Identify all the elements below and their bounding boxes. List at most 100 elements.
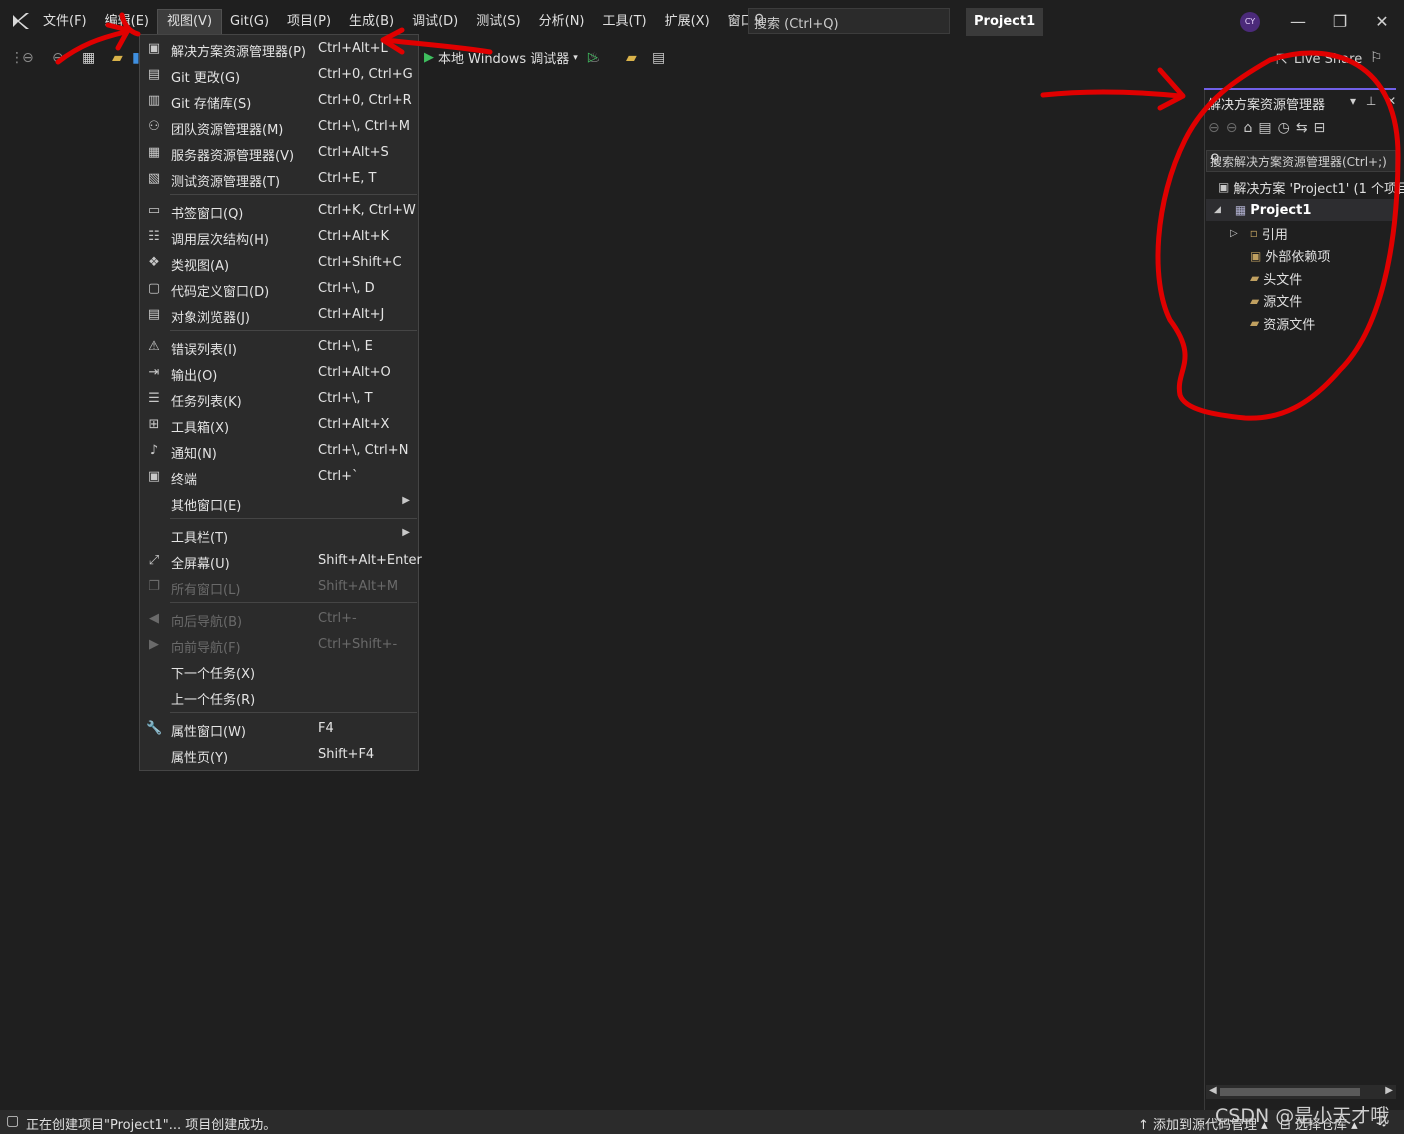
panel-dropdown-icon[interactable]: ▾	[1350, 94, 1356, 108]
view-menu-item-14[interactable]: ⊞ 工具箱(X) Ctrl+Alt+X	[140, 412, 418, 438]
menu-item-1[interactable]: 编辑(E)	[96, 10, 158, 34]
view-menu-item-label: 全屏幕(U)	[171, 557, 230, 572]
search-icon: ⚲	[1210, 152, 1220, 167]
view-menu-item-18[interactable]: 工具栏(T) ▶	[140, 522, 418, 548]
view-menu-item-label: Git 更改(G)	[171, 71, 241, 86]
view-menu-item-3[interactable]: ⚇ 团队资源管理器(M) Ctrl+\, Ctrl+M	[140, 114, 418, 140]
git-repository-icon: ▥	[147, 93, 161, 108]
view-menu-item-shortcut: Shift+Alt+M	[318, 579, 399, 594]
view-menu-item-4[interactable]: ▦ 服务器资源管理器(V) Ctrl+Alt+S	[140, 140, 418, 166]
tree-child-node[interactable]: ▷ ▫ 引用	[1230, 222, 1288, 244]
view-menu-item-10[interactable]: ▤ 对象浏览器(J) Ctrl+Alt+J	[140, 302, 418, 328]
view-menu-item-13[interactable]: ☰ 任务列表(K) Ctrl+\, T	[140, 386, 418, 412]
user-avatar[interactable]: CY	[1240, 12, 1260, 32]
output-icon: ⇥	[148, 365, 160, 380]
tree-child-node[interactable]: ▰ 源文件	[1250, 290, 1302, 312]
view-menu-item-24[interactable]: 上一个任务(R)	[140, 684, 418, 710]
horizontal-scrollbar[interactable]: ◀ ▶	[1206, 1085, 1396, 1099]
new-project-icon[interactable]: ▦	[82, 50, 95, 66]
view-menu-item-20: ❐ 所有窗口(L) Shift+Alt+M	[140, 574, 418, 600]
menu-item-10[interactable]: 扩展(X)	[656, 10, 719, 34]
global-search-box[interactable]: 搜索 (Ctrl+Q) ⚲	[748, 8, 950, 34]
tree-child-node[interactable]: ▰ 资源文件	[1250, 312, 1315, 334]
scroll-left-icon[interactable]: ◀	[1209, 1085, 1217, 1096]
wrench-icon: 🔧	[146, 721, 163, 736]
view-menu-item-19[interactable]: ⤢ 全屏幕(U) Shift+Alt+Enter	[140, 548, 422, 574]
panel-close-icon[interactable]: ✕	[1386, 94, 1396, 108]
view-menu-item-16[interactable]: ▣ 终端 Ctrl+`	[140, 464, 418, 490]
pin-icon[interactable]: ⊥	[1366, 94, 1376, 108]
close-icon[interactable]: ✕	[1370, 10, 1394, 34]
view-menu-item-2[interactable]: ▥ Git 存储库(S) Ctrl+0, Ctrl+R	[140, 88, 418, 114]
view-menu-item-8[interactable]: ❖ 类视图(A) Ctrl+Shift+C	[140, 250, 418, 276]
status-bar: ▢ 正在创建项目"Project1"... 项目创建成功。 ↑ 添加到源代码管理…	[0, 1110, 1404, 1134]
solution-label: 解决方案 'Project1' (1 个项目,	[1233, 181, 1404, 197]
switch-views-icon[interactable]: ▤	[1258, 120, 1271, 136]
expand-arrow-icon[interactable]: ▷	[1230, 228, 1238, 239]
view-menu-item-label: 团队资源管理器(M)	[171, 123, 284, 138]
notification-bell-icon: ♪	[149, 443, 159, 458]
folder-filter-icon: ▰	[1250, 293, 1260, 308]
menu-item-5[interactable]: 生成(B)	[340, 10, 403, 34]
view-menu-item-7[interactable]: ☷ 调用层次结构(H) Ctrl+Alt+K	[140, 224, 418, 250]
menu-items: 文件(F) 编辑(E) 视图(V) Git(G) 项目(P) 生成(B) 调试(D) 测试(S…	[34, 9, 850, 35]
tree-solution-node[interactable]: ▣ 解决方案 'Project1' (1 个项目,	[1218, 176, 1404, 198]
menu-item-6[interactable]: 调试(D)	[403, 10, 467, 34]
menu-item-3[interactable]: Git(G)	[221, 10, 278, 34]
view-menu-item-23[interactable]: 下一个任务(X)	[140, 658, 418, 684]
forward-icon[interactable]: ⊖	[1226, 120, 1238, 136]
solution-search-input[interactable]: 搜索解决方案资源管理器(Ctrl+;) ⚲	[1206, 150, 1396, 172]
menu-item-0[interactable]: 文件(F)	[34, 10, 96, 34]
view-menu-item-26[interactable]: 属性页(Y) Shift+F4	[140, 742, 418, 768]
bookmark-window-icon: ▭	[147, 203, 161, 218]
expand-arrow-icon[interactable]: ◢	[1214, 205, 1221, 215]
menu-item-8[interactable]: 分析(N)	[530, 10, 594, 34]
tree-project-node[interactable]: ◢ ▦ Project1	[1206, 199, 1396, 221]
project-label: Project1	[1250, 202, 1312, 218]
view-menu-item-17[interactable]: 其他窗口(E) ▶	[140, 490, 418, 516]
git-changes-icon: ▤	[147, 67, 161, 82]
tree-child-node[interactable]: ▰ 头文件	[1250, 267, 1302, 289]
project-name-badge[interactable]: Project1	[966, 8, 1044, 36]
window-layout-icon[interactable]: ▤	[652, 50, 665, 66]
sync-icon[interactable]: ⇆	[1296, 120, 1308, 136]
start-without-debug-icon[interactable]: ▷	[588, 50, 598, 65]
back-icon[interactable]: ⊖	[22, 50, 34, 66]
forward-icon[interactable]: ⊖	[52, 50, 64, 66]
live-share-icon[interactable]: ⇱	[1276, 52, 1288, 68]
back-icon[interactable]: ⊖	[1208, 120, 1220, 136]
visual-studio-logo-icon[interactable]	[10, 10, 32, 32]
view-menu-item-5[interactable]: ▧ 测试资源管理器(T) Ctrl+E, T	[140, 166, 418, 192]
scroll-right-icon[interactable]: ▶	[1385, 1085, 1393, 1096]
open-folder-icon[interactable]: ▰	[112, 50, 123, 66]
menu-item-4[interactable]: 项目(P)	[278, 10, 340, 34]
minimize-icon[interactable]: —	[1286, 10, 1310, 34]
live-share-label[interactable]: Live Share	[1294, 52, 1362, 67]
home-icon[interactable]: ⌂	[1243, 120, 1252, 136]
view-menu-item-6[interactable]: ▭ 书签窗口(Q) Ctrl+K, Ctrl+W	[140, 198, 418, 224]
view-menu-item-label: 终端	[171, 473, 198, 488]
pending-changes-icon[interactable]: ◷	[1278, 120, 1290, 136]
view-menu-item-label: 向前导航(F)	[171, 641, 241, 656]
view-menu-item-11[interactable]: ⚠ 错误列表(I) Ctrl+\, E	[140, 334, 418, 360]
solution-folder-icon[interactable]: ▰	[626, 50, 637, 66]
scroll-thumb[interactable]	[1220, 1088, 1360, 1096]
view-menu-item-9[interactable]: ▢ 代码定义窗口(D) Ctrl+\, D	[140, 276, 418, 302]
menu-item-2[interactable]: 视图(V)	[156, 9, 223, 35]
view-menu-item-1[interactable]: ▤ Git 更改(G) Ctrl+0, Ctrl+G	[140, 62, 418, 88]
menu-separator	[170, 712, 417, 713]
menu-item-9[interactable]: 工具(T)	[594, 10, 656, 34]
collapse-all-icon[interactable]: ⊟	[1314, 120, 1326, 136]
call-hierarchy-icon: ☷	[148, 229, 160, 244]
task-list-icon: ☰	[148, 391, 160, 406]
tree-child-label: 引用	[1261, 227, 1288, 243]
feedback-icon[interactable]: ⚐	[1370, 50, 1383, 66]
view-menu-item-15[interactable]: ♪ 通知(N) Ctrl+\, Ctrl+N	[140, 438, 418, 464]
menu-item-7[interactable]: 测试(S)	[467, 10, 529, 34]
view-menu-item-12[interactable]: ⇥ 输出(O) Ctrl+Alt+O	[140, 360, 418, 386]
restore-icon[interactable]: ❐	[1328, 10, 1352, 34]
view-menu-item-25[interactable]: 🔧 属性窗口(W) F4	[140, 716, 418, 742]
start-debugger-button[interactable]: ▶ 本地 Windows 调试器 ▾ ▷	[424, 48, 598, 67]
view-menu-item-0[interactable]: ▣ 解决方案资源管理器(P) Ctrl+Alt+L	[140, 36, 418, 62]
tree-child-node[interactable]: ▣ 外部依赖项	[1250, 245, 1330, 267]
